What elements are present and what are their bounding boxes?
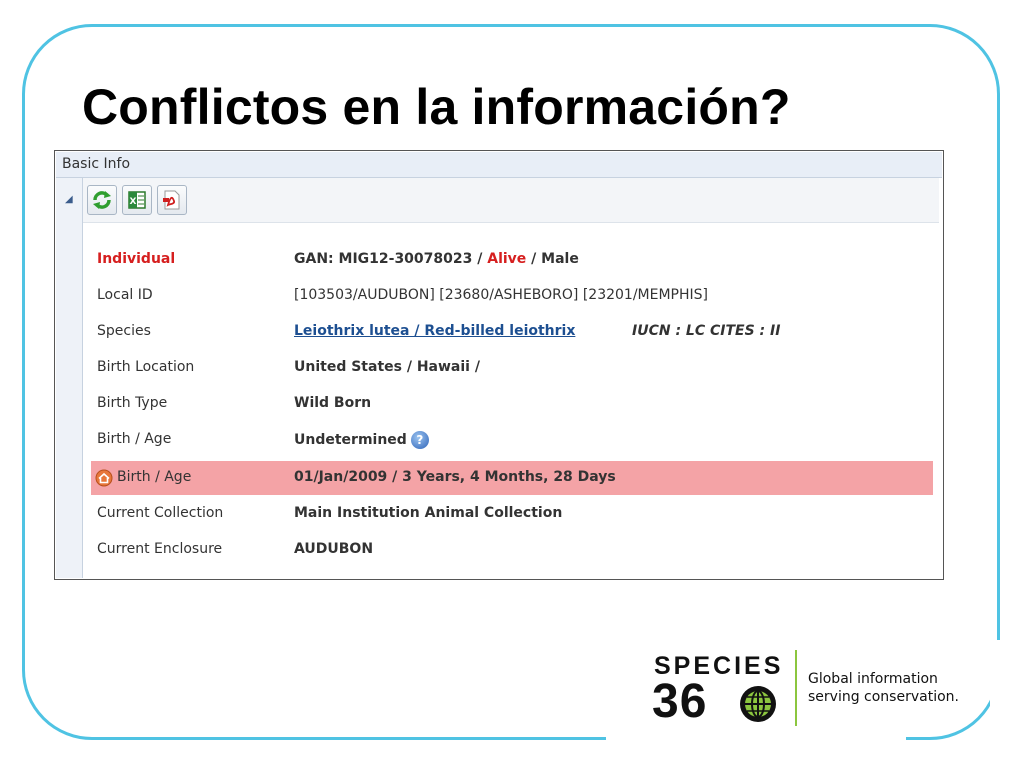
label-current-collection: Current Collection: [97, 505, 224, 521]
refresh-icon: [93, 191, 111, 209]
tagline-line-2: serving conservation.: [808, 689, 959, 705]
house-icon: [95, 469, 113, 487]
frame-gap: [606, 730, 906, 750]
row-birth-age-conflict: Birth / Age 01/Jan/2009 / 3 Years, 4 Mon…: [91, 461, 933, 495]
label-birth-age: Birth / Age: [97, 431, 172, 447]
species-link[interactable]: Leiothrix lutea / Red-billed leiothrix: [294, 323, 575, 339]
gan-text: GAN: MIG12-30078023 /: [294, 251, 488, 267]
tagline-line-1: Global information: [808, 671, 938, 687]
info-grid: Individual GAN: MIG12-30078023 / Alive /…: [83, 223, 939, 577]
panel-title: Basic Info: [62, 156, 131, 172]
collapse-triangle-icon[interactable]: ◢: [65, 194, 73, 205]
help-question-icon[interactable]: ?: [410, 431, 429, 449]
pdf-export-button[interactable]: [157, 185, 187, 215]
status-alive: Alive: [487, 251, 527, 267]
label-current-enclosure: Current Enclosure: [97, 541, 223, 557]
value-birth-age-undetermined: Undetermined?: [294, 431, 429, 449]
value-individual: GAN: MIG12-30078023 / Alive / Male: [294, 251, 579, 267]
label-birth-type: Birth Type: [97, 395, 168, 411]
row-birth-location: Birth Location United States / Hawaii /: [91, 351, 933, 385]
excel-export-button[interactable]: X: [122, 185, 152, 215]
undetermined-text: Undetermined: [294, 432, 407, 448]
label-birth-age-conflict: Birth / Age: [117, 469, 192, 485]
panel-left-strip: [56, 178, 83, 578]
excel-export-icon: X: [128, 191, 146, 209]
value-birth-location: United States / Hawaii /: [294, 359, 480, 375]
logo-tagline: Global information serving conservation.: [808, 670, 959, 706]
value-species: Leiothrix lutea / Red-billed leiothrix: [294, 323, 575, 339]
row-individual: Individual GAN: MIG12-30078023 / Alive /…: [91, 243, 933, 277]
label-species: Species: [97, 323, 151, 339]
row-local-id: Local ID [103503/AUDUBON] [23680/ASHEBOR…: [91, 279, 933, 313]
row-species: Species Leiothrix lutea / Red-billed lei…: [91, 315, 933, 349]
panel-toolbar: X: [83, 178, 939, 223]
logo-number: 36: [652, 675, 708, 728]
iucn-cites-status: IUCN : LC CITES : II: [632, 323, 781, 339]
value-birth-type: Wild Born: [294, 395, 372, 411]
label-individual: Individual: [97, 251, 176, 267]
pdf-export-icon: [163, 190, 180, 210]
value-local-id: [103503/AUDUBON] [23680/ASHEBORO] [23201…: [294, 287, 708, 303]
logo-divider: [795, 650, 797, 726]
value-current-collection: Main Institution Animal Collection: [294, 505, 563, 521]
globe-icon: [740, 686, 776, 722]
basic-info-panel: Basic Info ◢ X Individual GAN: MIG12-300…: [54, 150, 944, 580]
row-birth-age-undetermined: Birth / Age Undetermined?: [91, 423, 933, 457]
row-current-collection: Current Collection Main Institution Anim…: [91, 497, 933, 531]
refresh-button[interactable]: [87, 185, 117, 215]
frame-gap-right: [990, 640, 1010, 730]
label-local-id: Local ID: [97, 287, 153, 303]
value-birth-age-conflict: 01/Jan/2009 / 3 Years, 4 Months, 28 Days: [294, 469, 616, 485]
sex-text: / Male: [526, 251, 579, 267]
slide-title: Conflictos en la información?: [82, 79, 791, 135]
panel-header: Basic Info: [56, 152, 942, 178]
svg-text:X: X: [130, 197, 137, 207]
label-birth-location: Birth Location: [97, 359, 195, 375]
row-current-enclosure: Current Enclosure AUDUBON: [91, 533, 933, 567]
species360-logo: SPECIES 36 Global information serving co…: [652, 648, 972, 732]
value-current-enclosure: AUDUBON: [294, 541, 374, 557]
row-birth-type: Birth Type Wild Born: [91, 387, 933, 421]
